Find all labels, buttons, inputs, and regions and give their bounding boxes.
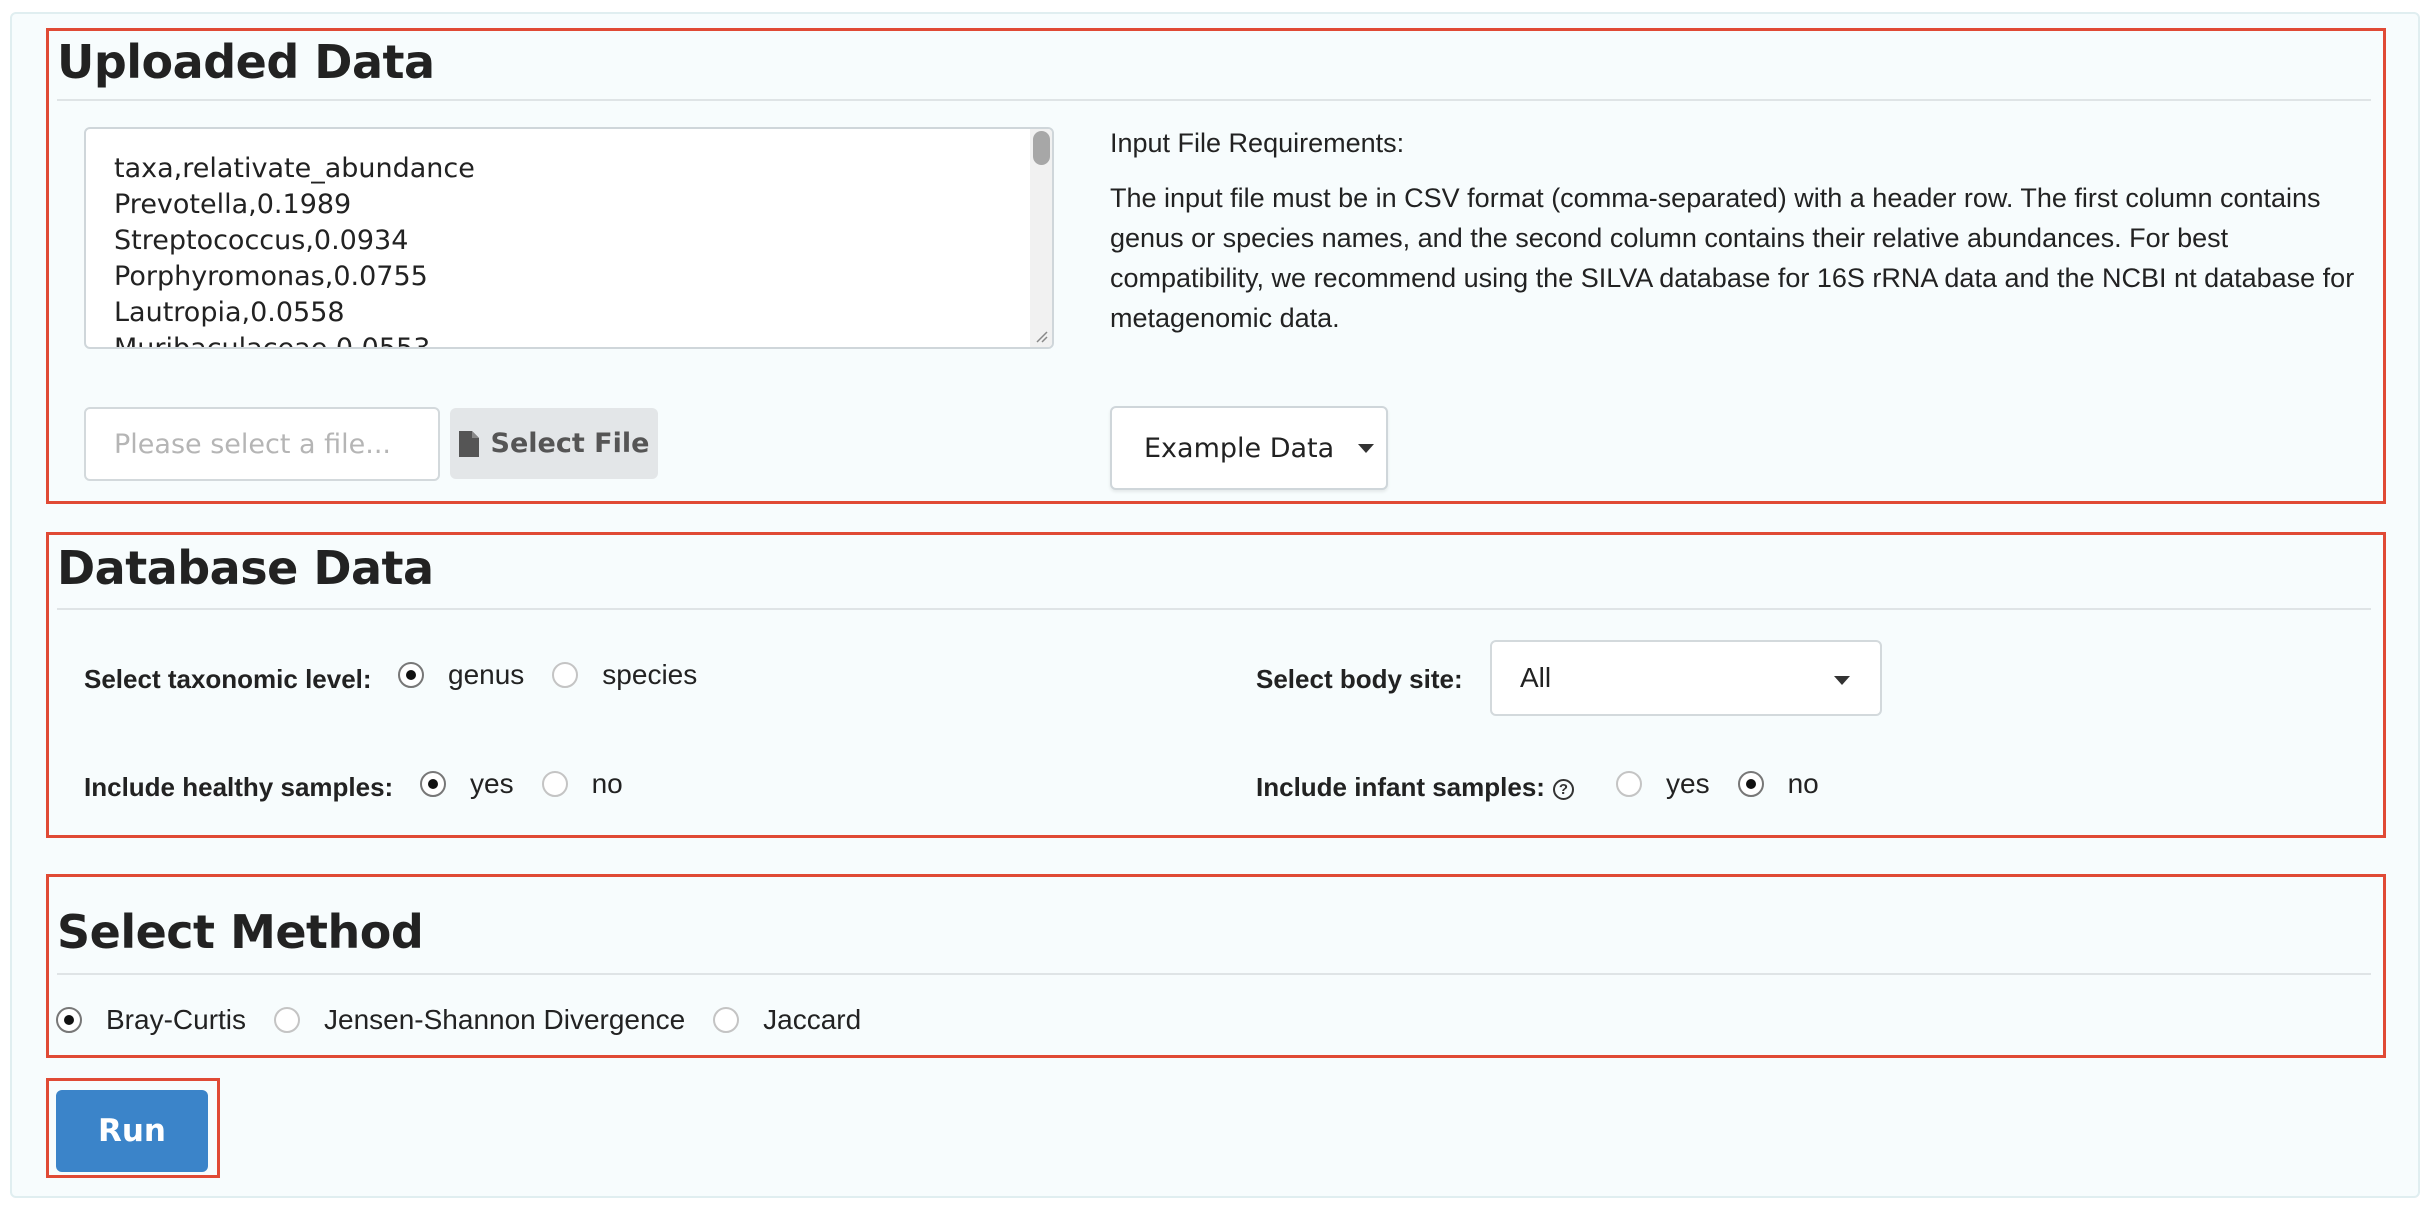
infant-samples-label: Include infant samples:? [1256,772,1574,803]
healthy-samples-radios: yes no [420,768,651,800]
radio-label-healthy-yes: yes [470,768,514,799]
radio-healthy-yes[interactable] [420,771,446,797]
body-site-label: Select body site: [1256,664,1463,694]
select-file-label: Select File [490,428,650,459]
textarea-scrollbar[interactable] [1030,129,1052,347]
radio-genus[interactable] [398,662,424,688]
caret-down-icon [1358,443,1375,453]
infant-samples-radios: yes no [1616,768,1847,800]
radio-label-healthy-no: no [591,768,623,799]
database-data-divider [57,608,2371,610]
radio-species[interactable] [552,662,579,688]
taxonomic-level-radios: genus species [398,659,725,691]
textarea-line: Streptococcus,0.0934 [114,225,409,256]
uploaded-data-divider [57,99,2371,101]
body-site-select[interactable]: All [1490,640,1882,716]
radio-label-species: species [602,659,698,690]
body-site-value: All [1520,662,1552,693]
file-icon [458,430,479,457]
example-data-dropdown[interactable]: Example Data [1110,406,1388,490]
select-method-divider [57,973,2371,975]
radio-healthy-no[interactable] [541,771,568,797]
csv-textarea[interactable]: taxa,relativate_abundance Prevotella,0.1… [84,127,1054,349]
example-data-label: Example Data [1144,432,1335,464]
textarea-scroll-thumb[interactable] [1033,131,1050,165]
run-button[interactable]: Run [56,1090,208,1172]
file-path-input[interactable]: Please select a file... [84,407,440,481]
textarea-line: Prevotella,0.1989 [114,189,352,220]
taxonomic-level-label: Select taxonomic level: [84,664,372,694]
database-data-section: Database Data [46,532,2386,838]
radio-label-infant-no: no [1787,768,1819,799]
resize-grip-icon[interactable] [1034,329,1048,343]
textarea-line: Lautropia,0.0558 [114,297,345,328]
radio-infant-yes[interactable] [1616,771,1642,797]
radio-label-genus: genus [448,659,525,690]
textarea-line: Porphyromonas,0.0755 [114,261,428,292]
healthy-samples-label: Include healthy samples: [84,772,394,802]
select-file-button[interactable]: Select File [450,408,658,479]
radio-label-jaccard: Jaccard [763,1004,862,1035]
uploaded-data-title: Uploaded Data [57,35,435,89]
radio-label-jensen-shannon: Jensen-Shannon Divergence [324,1004,686,1035]
textarea-line: Muribaculaceae,0.0553 [114,333,431,349]
caret-down-icon [1834,676,1850,685]
radio-jensen-shannon[interactable] [274,1007,301,1033]
textarea-line: taxa,relativate_abundance [114,153,475,184]
database-data-title: Database Data [57,541,434,595]
select-method-title: Select Method [57,905,424,959]
infant-samples-text: Include infant samples: [1256,772,1545,802]
requirements-text: The input file must be in CSV format (co… [1110,183,2355,333]
requirements-title: Input File Requirements: [1110,128,1405,158]
radio-jaccard[interactable] [713,1007,740,1033]
radio-label-bray-curtis: Bray-Curtis [106,1004,247,1035]
radio-infant-no[interactable] [1737,771,1764,797]
question-circle-icon[interactable]: ? [1552,778,1574,800]
radio-label-infant-yes: yes [1666,768,1710,799]
radio-bray-curtis[interactable] [56,1007,82,1033]
method-radios: Bray-Curtis Jensen-Shannon Divergence Ja… [56,1004,889,1036]
